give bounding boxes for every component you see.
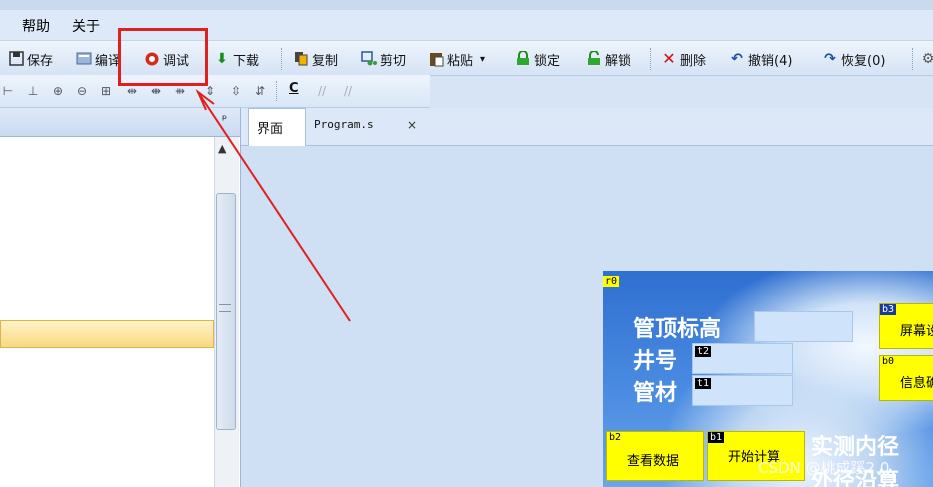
- redo-icon: ↷: [824, 51, 836, 67]
- center-in-screen-icon[interactable]: ⊞: [98, 83, 114, 99]
- increase-vertical-spacing-icon[interactable]: ⇳: [228, 83, 244, 99]
- paste-label: 粘贴: [447, 53, 474, 69]
- download-arrow-icon: ⬇: [216, 51, 228, 67]
- toolbar-separator: [650, 48, 651, 70]
- b0-tag: b0: [880, 356, 897, 367]
- tab-ui-label: 界面: [257, 122, 284, 137]
- copy-button[interactable]: 复制: [293, 49, 338, 69]
- b2-tag: b2: [607, 432, 624, 443]
- tab-program[interactable]: Program.s: [314, 118, 374, 131]
- lock-icon: [515, 50, 531, 67]
- cut-label: 剪切: [380, 53, 407, 69]
- b1-tag: b1: [708, 432, 725, 443]
- t2-tag: t2: [695, 346, 712, 357]
- undo-label: 撤销(4): [748, 53, 793, 69]
- tab-ui[interactable]: 界面: [248, 108, 306, 147]
- align-center-vertical-icon[interactable]: ⊖: [74, 83, 90, 99]
- pin-icon[interactable]: ᵖ: [222, 112, 227, 126]
- align-center-horizontal-icon[interactable]: ⊕: [50, 83, 66, 99]
- hmi-screen-preview[interactable]: r0 管顶标高 t0 井号 t2 管材 t1 b3 屏幕设 b0 信息确 b2 …: [603, 271, 933, 487]
- toolbar-separator: [912, 48, 913, 70]
- cut-button[interactable]: 剪切: [361, 49, 406, 69]
- toolbar-separator: [276, 81, 277, 101]
- save-icon: [8, 51, 24, 67]
- unlock-icon: [586, 50, 602, 67]
- info-confirm-button[interactable]: b0 信息确: [879, 355, 933, 401]
- b3-tag: b3: [880, 304, 897, 315]
- scroll-up-arrow-icon[interactable]: ▲: [218, 142, 226, 155]
- pipe-top-elevation-label: 管顶标高: [633, 317, 722, 342]
- download-label: 下载: [233, 53, 260, 69]
- copy-icon: [293, 51, 309, 67]
- left-panel-header: [0, 108, 240, 137]
- comment-lines-icon[interactable]: //: [314, 83, 330, 99]
- copy-label: 复制: [312, 53, 339, 69]
- align-toolbar: ⊢ ⊥ ⊕ ⊖ ⊞ ⇹ ⇼ ⇻ ⇕ ⇳ ⇵ C // //: [0, 75, 430, 108]
- delete-label: 删除: [680, 53, 707, 69]
- scrollbar-grip: [219, 304, 231, 312]
- redo-button[interactable]: ↷ 恢复(0): [822, 49, 885, 69]
- view-data-label: 查看数据: [627, 454, 680, 469]
- paste-dropdown-chevron-icon[interactable]: ▾: [480, 54, 485, 65]
- compile-icon: [76, 51, 92, 67]
- delete-button[interactable]: ✕ 删除: [661, 49, 706, 69]
- menu-about[interactable]: 关于: [72, 16, 100, 36]
- menu-help[interactable]: 帮助: [22, 16, 50, 36]
- download-button[interactable]: ⬇ 下载: [214, 49, 259, 69]
- pipe-material-label: 管材: [633, 381, 678, 406]
- page-tag: r0: [603, 276, 620, 287]
- screen-settings-label: 屏幕设: [900, 324, 933, 339]
- info-confirm-label: 信息确: [900, 376, 933, 391]
- align-bottom-icon[interactable]: ⊥: [25, 83, 41, 99]
- watermark: CSDN @桃成蹊2.0: [758, 459, 890, 477]
- toolbar-separator: [281, 48, 282, 70]
- delete-x-icon: ✕: [662, 49, 676, 68]
- selected-list-item[interactable]: [0, 320, 214, 348]
- well-number-label: 井号: [633, 349, 678, 374]
- t1-tag: t1: [695, 378, 712, 389]
- paste-icon: [428, 51, 444, 67]
- compile-button[interactable]: 编译: [76, 49, 121, 69]
- align-left-icon[interactable]: ⊢: [0, 83, 16, 99]
- lock-label: 锁定: [534, 53, 561, 69]
- debug-highlight-box: [118, 28, 208, 86]
- paste-button[interactable]: 粘贴 ▾: [428, 49, 485, 69]
- decrease-vertical-spacing-icon[interactable]: ⇵: [252, 83, 268, 99]
- c-format-button[interactable]: C: [289, 81, 299, 96]
- uncomment-lines-icon[interactable]: //: [340, 83, 356, 99]
- cut-icon: [361, 51, 377, 67]
- unlock-label: 解锁: [605, 53, 632, 69]
- settings-gear-icon[interactable]: ⚙: [920, 51, 933, 67]
- lock-button[interactable]: 锁定: [515, 49, 560, 69]
- redo-label: 恢复(0): [841, 53, 886, 69]
- save-label: 保存: [27, 53, 54, 69]
- pipe-top-elevation-field[interactable]: [754, 311, 853, 342]
- undo-button[interactable]: ↶ 撤销(4): [729, 49, 792, 69]
- view-data-button[interactable]: b2 查看数据: [606, 431, 704, 481]
- screen-settings-button[interactable]: b3 屏幕设: [879, 303, 933, 349]
- tab-close-icon[interactable]: ×: [407, 118, 417, 132]
- save-button[interactable]: 保存: [8, 49, 53, 69]
- left-panel: [0, 108, 241, 487]
- unlock-button[interactable]: 解锁: [586, 49, 631, 69]
- undo-icon: ↶: [731, 51, 743, 67]
